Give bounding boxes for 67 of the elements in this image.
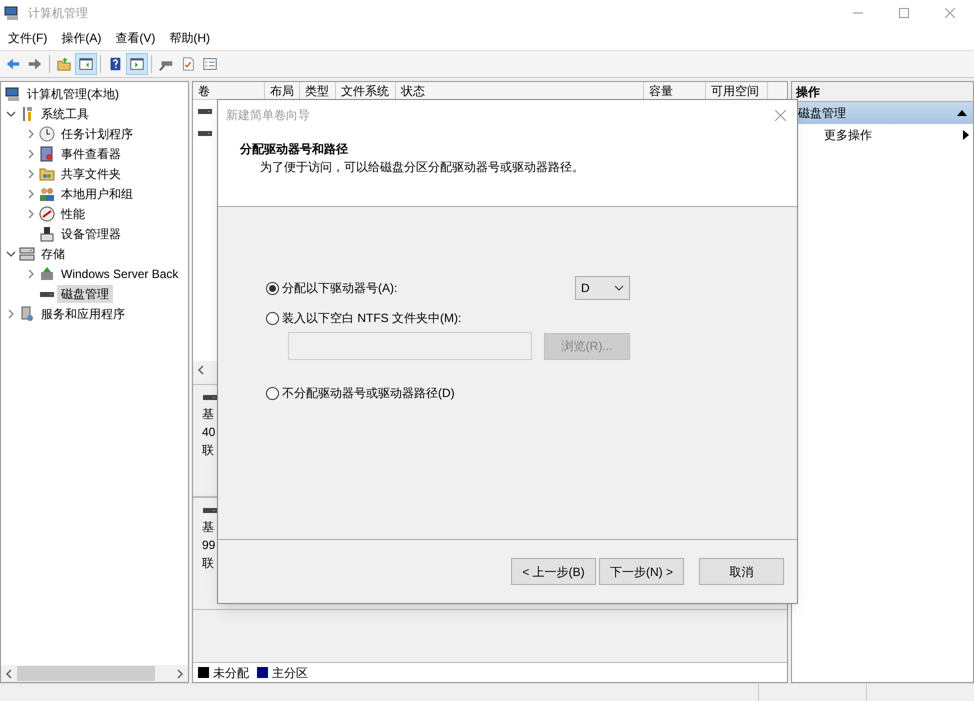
disk-label: 基 — [202, 519, 214, 536]
menu-item[interactable]: 查看(V) — [109, 28, 162, 46]
next-button[interactable]: 下一步(N) > — [599, 558, 684, 585]
column-header[interactable]: 卷 — [193, 82, 265, 99]
backup-icon — [39, 266, 55, 282]
collapse-triangle-icon[interactable] — [957, 110, 967, 116]
computer-icon — [5, 86, 21, 102]
legend-label: 主分区 — [272, 664, 308, 682]
disk-label: 基 — [202, 406, 214, 423]
services-icon — [19, 306, 35, 322]
log-icon — [39, 146, 55, 162]
tree-item[interactable]: 任务计划程序 — [57, 125, 137, 143]
radio-label[interactable]: 装入以下空白 NTFS 文件夹中(M): — [282, 309, 462, 327]
column-header[interactable]: 状态 — [396, 82, 644, 99]
disk-label: 40 — [202, 424, 216, 441]
tree-item[interactable]: 磁盘管理 — [57, 285, 113, 303]
tree-item[interactable]: 存储 — [37, 245, 69, 263]
action-item[interactable]: 更多操作 — [824, 126, 963, 144]
column-header[interactable]: 布局 — [265, 82, 300, 99]
menu-item[interactable]: 文件(F) — [2, 28, 54, 46]
tree-item[interactable]: 服务和应用程序 — [37, 305, 129, 323]
clock-icon — [39, 126, 55, 142]
step-heading: 分配驱动器号和路径 — [240, 141, 349, 158]
storage-icon — [19, 246, 35, 262]
radio-button[interactable] — [266, 312, 279, 324]
radio-button[interactable] — [266, 386, 279, 400]
action-pane-icon[interactable] — [126, 53, 148, 75]
submenu-triangle-icon — [963, 130, 969, 140]
tree-pane-icon[interactable] — [75, 53, 97, 75]
disk-label: 联 — [202, 442, 214, 459]
menu-item[interactable]: 操作(A) — [55, 28, 108, 46]
computer-icon — [4, 4, 20, 20]
column-header[interactable]: 容量 — [644, 82, 706, 99]
tree-item[interactable]: 共享文件夹 — [57, 165, 125, 183]
scrollbar-thumb[interactable] — [17, 666, 155, 681]
column-header[interactable]: 可用空间 — [706, 82, 768, 99]
tree-item[interactable]: 设备管理器 — [57, 225, 125, 243]
back-button[interactable]: < 上一步(B) — [511, 558, 596, 585]
step-description: 为了便于访问，可以给磁盘分区分配驱动器号或驱动器路径。 — [259, 159, 585, 176]
tree-item[interactable]: Windows Server Back — [57, 265, 182, 283]
tree-item[interactable]: 计算机管理(本地) — [23, 85, 123, 103]
column-header[interactable]: 类型 — [300, 82, 336, 99]
users-icon — [39, 186, 55, 202]
close-icon[interactable] — [945, 8, 955, 18]
radio-button[interactable] — [266, 282, 279, 294]
cancel-button[interactable]: 取消 — [699, 558, 784, 585]
tree-item[interactable]: 性能 — [57, 205, 89, 223]
dialog-title: 新建简单卷向导 — [226, 107, 311, 124]
tree-item[interactable]: 本地用户和组 — [57, 185, 137, 203]
drive-letter-dropdown[interactable]: D — [575, 276, 630, 300]
legend-label: 未分配 — [213, 664, 249, 682]
column-header[interactable]: 文件系统 — [336, 82, 396, 99]
radio-label[interactable]: 不分配驱动器号或驱动器路径(D) — [282, 384, 455, 402]
disk-label: 联 — [202, 555, 214, 572]
radio-label[interactable]: 分配以下驱动器号(A): — [282, 279, 398, 297]
folder-icon — [39, 166, 55, 182]
window-title: 计算机管理 — [28, 4, 88, 22]
tree-item[interactable]: 系统工具 — [37, 105, 93, 123]
pane-header: 操作 — [792, 82, 973, 102]
dropdown-chevron-icon — [614, 285, 624, 291]
gauge-icon — [39, 206, 55, 222]
maximize-icon[interactable] — [899, 8, 909, 18]
menu-item[interactable]: 帮助(H) — [163, 28, 216, 46]
device-icon — [39, 226, 55, 242]
tree-item[interactable]: 事件查看器 — [57, 145, 125, 163]
disk-label: 99 — [202, 537, 216, 554]
close-icon[interactable] — [775, 110, 786, 120]
